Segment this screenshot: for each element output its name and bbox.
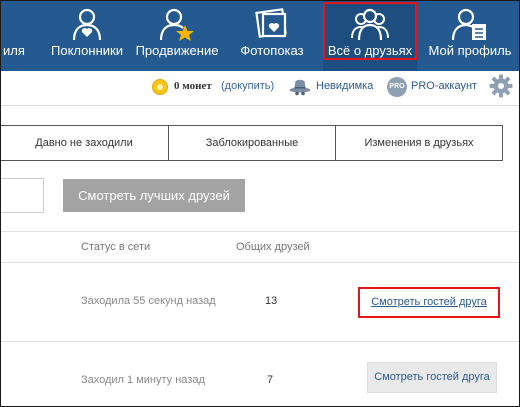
pro-badge-icon: PRO: [387, 77, 407, 97]
tab-friends-changes[interactable]: Изменения в друзьях: [335, 125, 503, 161]
view-friend-guests-link[interactable]: Смотреть гостей друга: [358, 287, 500, 318]
row-status: Заходил 1 минуту назад: [81, 374, 205, 386]
friends-group-icon: [351, 8, 389, 41]
spy-hat-icon: [289, 79, 311, 96]
best-friends-button[interactable]: Смотреть лучших друзей: [63, 179, 245, 212]
topup-link[interactable]: (докупить): [221, 80, 274, 92]
row-common-friends: 7: [267, 374, 274, 386]
star-person-icon: [159, 8, 194, 41]
coins-balance: 0 монет: [174, 80, 212, 92]
nav-item-photoshow[interactable]: Фотопоказ: [227, 1, 317, 71]
heart-person-icon: [72, 8, 102, 41]
nav-item-my-profile[interactable]: Мой профиль: [421, 1, 519, 71]
row-status: Заходила 55 секунд назад: [81, 295, 216, 307]
row-common-friends: 13: [265, 295, 278, 307]
gear-icon[interactable]: [489, 74, 513, 98]
coin-icon: [152, 79, 168, 95]
row-divider: [1, 341, 519, 342]
view-friend-guests-button[interactable]: Смотреть гостей друга: [367, 362, 497, 393]
column-header-status: Статус в сети: [81, 241, 151, 253]
tab-inactive-friends[interactable]: Давно не заходили: [1, 125, 169, 161]
nav-label: Продвижение: [135, 43, 219, 58]
top-navigation: иля Поклонники Продвижение Фотопоказ Всё…: [1, 1, 519, 71]
app-frame: иля Поклонники Продвижение Фотопоказ Всё…: [0, 0, 520, 407]
nav-label: иля: [3, 43, 25, 58]
tab-blocked[interactable]: Заблокированные: [168, 125, 336, 161]
nav-label: Фотопоказ: [240, 43, 304, 58]
nav-label: Всё о друзьях: [327, 43, 413, 58]
profile-card-icon: [452, 8, 486, 41]
nav-item-profile-partial[interactable]: иля: [1, 1, 39, 71]
nav-item-about-friends[interactable]: Всё о друзьях: [323, 1, 417, 71]
invisible-mode-link[interactable]: Невидимка: [316, 80, 373, 92]
search-input[interactable]: [1, 178, 44, 213]
column-header-common-friends: Общих друзей: [236, 241, 310, 253]
nav-label: Поклонники: [51, 43, 123, 58]
nav-item-fans[interactable]: Поклонники: [39, 1, 135, 71]
photo-heart-icon: [255, 8, 287, 38]
nav-label: Мой профиль: [428, 43, 512, 58]
pro-account-link[interactable]: PRO-аккаунт: [411, 80, 477, 92]
nav-item-promotion[interactable]: Продвижение: [135, 1, 219, 71]
